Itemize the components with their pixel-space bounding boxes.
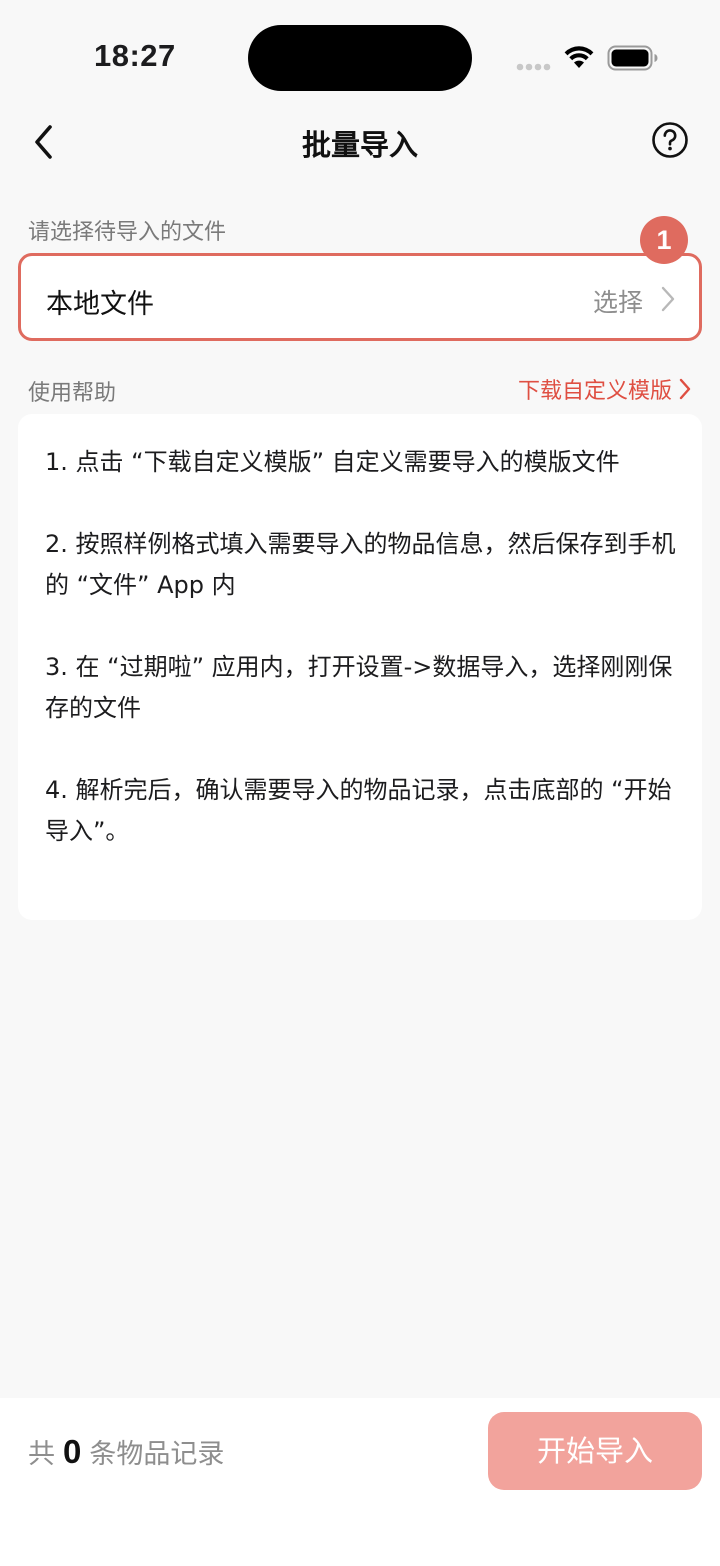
download-template-link[interactable]: 下载自定义模版: [517, 375, 692, 404]
step-badge: 1: [640, 216, 688, 264]
navigation-bar: 批量导入: [0, 110, 720, 174]
count-suffix: 条物品记录: [89, 1439, 225, 1470]
local-file-row[interactable]: 本地文件 选择: [18, 253, 702, 341]
page-title: 批量导入: [301, 128, 418, 162]
battery-icon: [607, 45, 658, 71]
question-circle-icon: [652, 122, 688, 158]
local-file-label: 本地文件: [46, 289, 154, 320]
status-time: 18:27: [94, 38, 176, 73]
count-number: 0: [63, 1433, 82, 1470]
file-section-label: 请选择待导入的文件: [28, 220, 227, 245]
help-step: 4. 解析完后，确认需要导入的物品记录，点击底部的 “开始导入”。: [45, 776, 672, 845]
chevron-right-icon: [679, 378, 691, 400]
help-section-label: 使用帮助: [28, 381, 117, 406]
start-import-button[interactable]: 开始导入: [488, 1412, 702, 1490]
help-step: 1. 点击 “下载自定义模版” 自定义需要导入的模版文件: [45, 448, 620, 476]
select-file-action: 选择: [592, 288, 643, 317]
bottom-bar: 共 0 条物品记录 开始导入: [0, 1398, 720, 1566]
chevron-right-icon: [661, 286, 675, 312]
dynamic-island: [248, 25, 472, 91]
download-template-label: 下载自定义模版: [517, 379, 672, 404]
help-step: 3. 在 “过期啦” 应用内，打开设置->数据导入，选择刚刚保存的文件: [45, 653, 673, 722]
help-step: 2. 按照样例格式填入需要导入的物品信息，然后保存到手机的 “文件” App 内: [45, 530, 676, 599]
wifi-icon: [564, 46, 594, 68]
help-button[interactable]: [650, 120, 690, 160]
count-prefix: 共: [28, 1439, 55, 1470]
help-card: 1. 点击 “下载自定义模版” 自定义需要导入的模版文件 2. 按照样例格式填入…: [18, 414, 702, 920]
cellular-signal-icon: [516, 63, 551, 71]
record-count: 共 0 条物品记录: [28, 1432, 224, 1471]
status-bar: 18:27: [0, 0, 720, 110]
